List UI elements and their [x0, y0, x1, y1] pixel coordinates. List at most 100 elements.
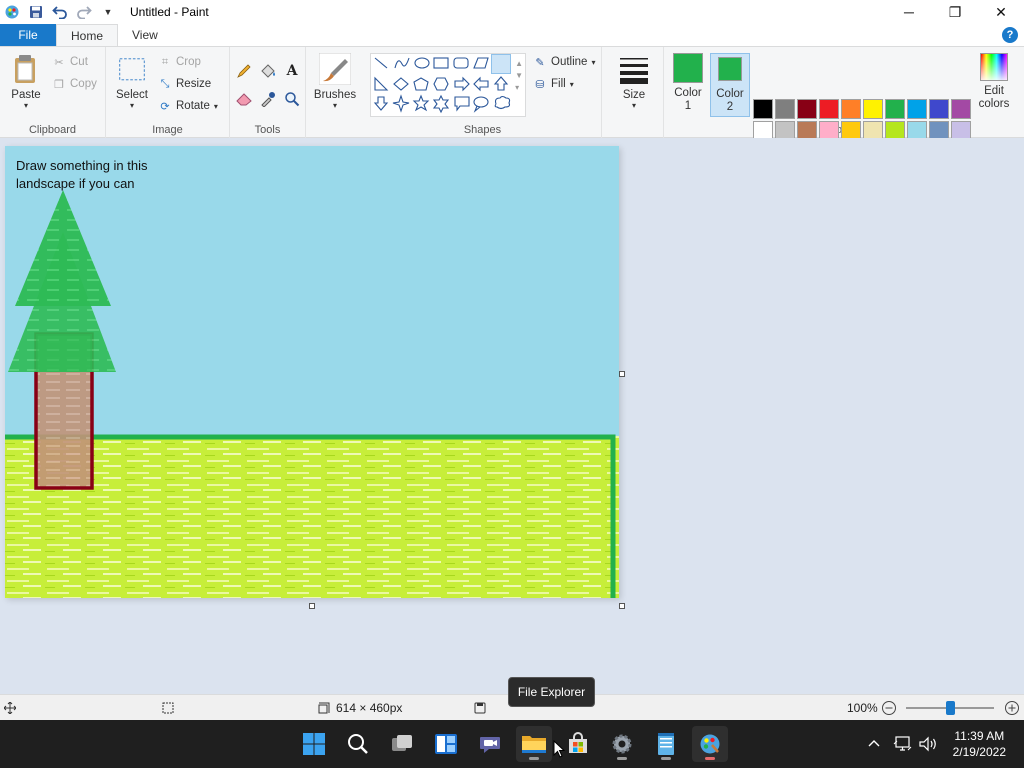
file-explorer-icon[interactable] — [516, 726, 552, 762]
color2-swatch — [718, 57, 742, 81]
paste-icon — [15, 55, 35, 83]
tab-view[interactable]: View — [118, 24, 172, 46]
canvas-text: Draw something in this landscape if you … — [16, 157, 186, 193]
canvas-text-line2: landscape if you can — [16, 176, 135, 191]
tab-home[interactable]: Home — [56, 24, 119, 46]
line-size-icon — [620, 58, 648, 84]
resize-button[interactable]: ⤡ Resize — [158, 77, 212, 91]
color1-number: 1 — [684, 100, 692, 112]
search-icon[interactable] — [340, 726, 376, 762]
drawing-canvas[interactable]: Draw something in this landscape if you … — [5, 146, 619, 598]
zoom-slider-thumb[interactable] — [946, 701, 955, 715]
magnifier-icon[interactable] — [282, 89, 302, 109]
text-icon[interactable]: A — [282, 61, 302, 81]
size-dropdown-icon: ▾ — [631, 101, 636, 110]
outline-button[interactable]: ✎ Outline ▾ — [533, 55, 595, 69]
selection-size-icon — [162, 695, 174, 721]
zoom-in-icon[interactable] — [1004, 695, 1020, 721]
fill-button[interactable]: ⛁ Fill ▾ — [533, 77, 574, 91]
edit-colors-icon — [980, 53, 1008, 81]
color2-button[interactable]: Color 2 — [710, 53, 750, 117]
resize-handle-corner[interactable] — [619, 603, 625, 609]
select-dropdown-icon: ▾ — [129, 101, 134, 110]
color1-button[interactable]: Color 1 — [668, 53, 708, 117]
palette-swatch[interactable] — [753, 99, 773, 119]
triangle-shape-selected[interactable] — [491, 54, 511, 74]
image-group-label: Image — [152, 124, 183, 136]
task-view-icon[interactable] — [384, 726, 420, 762]
brush-icon — [319, 53, 351, 85]
notepad-running-indicator — [661, 757, 671, 760]
store-icon[interactable] — [560, 726, 596, 762]
size-button[interactable]: Size ▾ — [616, 53, 652, 110]
cut-button[interactable]: ✂ Cut — [52, 55, 88, 69]
zoom-out-icon[interactable] — [881, 695, 897, 721]
palette-swatch[interactable] — [797, 99, 817, 119]
clock-time: 11:39 AM — [954, 729, 1005, 743]
widgets-icon[interactable] — [428, 726, 464, 762]
settings-icon[interactable] — [604, 726, 640, 762]
shapes-scroll[interactable]: ▲ ▼ ▾ — [515, 58, 523, 94]
copy-icon: ❐ — [54, 78, 64, 91]
quick-access-toolbar: ▼ — [0, 0, 116, 24]
select-label: Select — [116, 89, 148, 101]
pencil-icon[interactable] — [234, 61, 254, 81]
resize-label: Resize — [176, 78, 212, 90]
minimize-button[interactable]: ─ — [886, 0, 932, 24]
fill-label: Fill — [551, 78, 566, 90]
save-icon[interactable] — [28, 4, 44, 20]
rotate-dropdown-icon: ▾ — [213, 101, 218, 111]
palette-swatch[interactable] — [775, 99, 795, 119]
close-button[interactable]: ✕ — [978, 0, 1024, 24]
resize-handle-bottom[interactable] — [309, 603, 315, 609]
scissors-icon: ✂ — [54, 56, 64, 69]
palette-swatch[interactable] — [929, 99, 949, 119]
brushes-label: Brushes — [313, 89, 357, 101]
paint-app-icon[interactable] — [4, 4, 20, 20]
brushes-button[interactable]: Brushes ▾ — [313, 53, 357, 110]
network-icon[interactable] — [893, 720, 913, 768]
edit-colors-label: Edit — [984, 85, 1004, 97]
paint-icon[interactable] — [692, 726, 728, 762]
undo-icon[interactable] — [52, 4, 68, 20]
clock-date: 2/19/2022 — [952, 745, 1006, 759]
palette-swatch[interactable] — [819, 99, 839, 119]
palette-swatch[interactable] — [863, 99, 883, 119]
copy-button[interactable]: ❐ Copy — [52, 77, 97, 91]
edit-colors-button[interactable]: Edit colors — [974, 53, 1014, 117]
tools-group: A Tools — [230, 47, 306, 139]
select-button[interactable]: Select ▾ — [114, 57, 150, 110]
notepad-icon[interactable] — [648, 726, 684, 762]
fill-dropdown-icon: ▾ — [569, 79, 574, 89]
maximize-button[interactable]: ❐ — [932, 0, 978, 24]
clipboard-group: Paste ▾ ✂ Cut ❐ Copy Clipboard — [0, 47, 106, 139]
color1-swatch — [673, 53, 703, 83]
tab-file[interactable]: File — [0, 24, 56, 46]
clipboard-group-label: Clipboard — [28, 124, 77, 136]
palette-swatch[interactable] — [885, 99, 905, 119]
palette-swatch[interactable] — [907, 99, 927, 119]
paste-dropdown-icon: ▾ — [23, 101, 28, 110]
color-picker-icon[interactable] — [258, 89, 278, 109]
windows-start-icon[interactable] — [296, 726, 332, 762]
system-clock[interactable]: 11:39 AM 2/19/2022 — [953, 728, 1006, 760]
palette-swatch[interactable] — [841, 99, 861, 119]
paste-button[interactable]: Paste ▾ — [8, 53, 44, 110]
grass — [5, 436, 619, 598]
teams-chat-icon[interactable] — [472, 726, 508, 762]
fill-icon[interactable] — [258, 61, 278, 81]
customize-quick-access-icon[interactable]: ▼ — [100, 4, 116, 20]
eraser-icon[interactable] — [234, 89, 254, 109]
image-group: Select ▾ ⌗ Crop ⤡ Resize ⟳ Rotate ▾ Imag… — [106, 47, 230, 139]
rotate-button[interactable]: ⟳ Rotate ▾ — [158, 99, 218, 113]
palette-swatch[interactable] — [951, 99, 971, 119]
redo-icon[interactable] — [76, 4, 92, 20]
color2-label: Color — [716, 88, 744, 100]
crop-button[interactable]: ⌗ Crop — [158, 55, 201, 69]
help-icon[interactable]: ? — [1002, 27, 1018, 43]
show-hidden-icons-icon[interactable] — [866, 720, 882, 768]
canvas-size-icon — [318, 702, 330, 714]
volume-icon[interactable] — [918, 720, 938, 768]
canvas-workspace[interactable]: Draw something in this landscape if you … — [0, 138, 1024, 694]
resize-handle-right[interactable] — [619, 371, 625, 377]
